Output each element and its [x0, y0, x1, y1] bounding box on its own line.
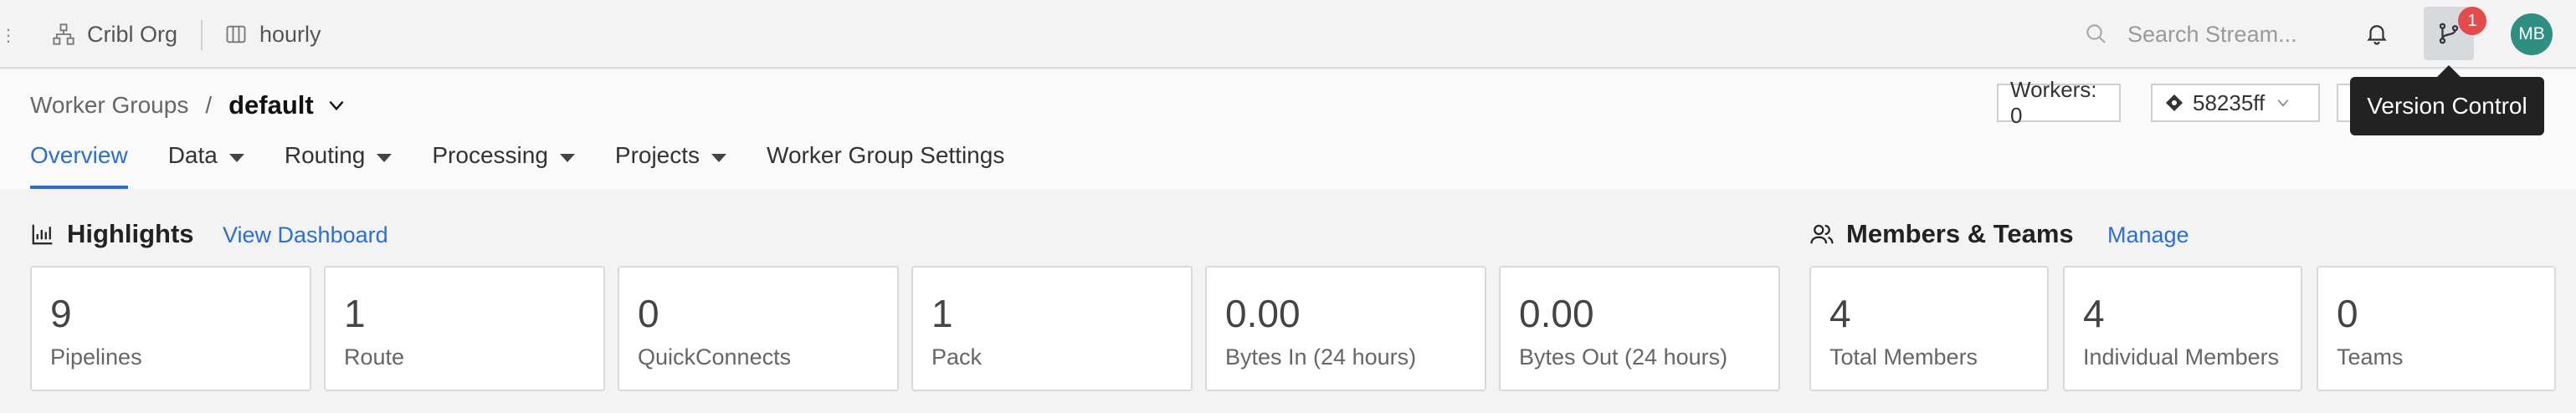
members-teams-heading: Members & Teams — [1809, 219, 2074, 249]
workers-count-button[interactable]: Workers: 0 — [1997, 77, 2121, 128]
caret-down-icon — [377, 154, 393, 162]
org-switcher[interactable]: Cribl Org — [52, 0, 177, 69]
total-members-card[interactable]: 4 Total Members — [1809, 266, 2049, 391]
members-title: Members & Teams — [1846, 219, 2074, 248]
card-label: Pipelines — [50, 344, 142, 370]
notification-badge: 1 — [2458, 7, 2486, 35]
highlights-heading: Highlights — [30, 219, 194, 249]
tab-label: Processing — [432, 142, 548, 168]
card-value: 4 — [1829, 292, 1851, 335]
tab-bar: Overview Data Routing Processing Project… — [30, 137, 1044, 189]
org-label: Cribl Org — [87, 21, 178, 47]
worker-group-selector[interactable]: default — [228, 90, 347, 120]
breadcrumb-parent[interactable]: Worker Groups — [30, 92, 188, 119]
tab-processing[interactable]: Processing — [432, 137, 575, 189]
tab-overview[interactable]: Overview — [30, 137, 128, 189]
card-value: 0 — [2337, 292, 2358, 335]
tab-label: Routing — [284, 142, 366, 168]
card-value: 9 — [50, 292, 72, 335]
tab-label: Worker Group Settings — [767, 142, 1005, 168]
commit-selector[interactable]: 58235ff — [2151, 84, 2320, 122]
breadcrumb: Worker Groups / default — [30, 90, 347, 120]
individual-members-card[interactable]: 4 Individual Members — [2063, 266, 2302, 391]
tab-label: Projects — [614, 142, 700, 168]
tab-data[interactable]: Data — [168, 137, 244, 189]
chart-icon — [32, 224, 53, 245]
search-input[interactable]: Search Stream... — [2084, 17, 2327, 52]
breadcrumb-separator: / — [205, 92, 213, 118]
card-label: Bytes Out (24 hours) — [1519, 344, 1728, 370]
card-label: Teams — [2337, 344, 2404, 370]
notifications-button[interactable] — [2360, 17, 2394, 50]
topbar-divider — [201, 20, 203, 50]
card-label: Pack — [931, 344, 983, 370]
bell-icon — [2367, 25, 2387, 45]
avatar[interactable]: MB — [2511, 13, 2553, 55]
teams-card[interactable]: 0 Teams — [2317, 266, 2556, 391]
chevron-down-icon — [2277, 99, 2289, 107]
tab-routing[interactable]: Routing — [285, 137, 393, 189]
version-control-tooltip: Version Control — [2350, 65, 2544, 135]
card-value: 1 — [344, 292, 366, 335]
pipelines-card[interactable]: 9 Pipelines — [30, 266, 311, 391]
card-label: Bytes In (24 hours) — [1225, 344, 1417, 370]
pack-card[interactable]: 1 Pack — [911, 266, 1193, 391]
card-label: Route — [344, 344, 405, 370]
caret-down-icon — [559, 154, 575, 162]
menu-edge-icon[interactable]: ⋮ — [0, 25, 17, 46]
card-value: 4 — [2083, 292, 2105, 335]
caret-down-icon — [228, 154, 244, 162]
bytes-in-card[interactable]: 0.00 Bytes In (24 hours) — [1205, 266, 1486, 391]
card-value: 0.00 — [1225, 292, 1301, 335]
workspace-icon — [226, 25, 246, 43]
manage-link[interactable]: Manage — [2107, 222, 2189, 248]
breadcrumb-current: default — [228, 90, 314, 120]
tab-label: Overview — [30, 142, 128, 168]
card-label: Individual Members — [2083, 344, 2280, 370]
git-branch-icon — [2439, 23, 2459, 44]
top-bar: ⋮ Cribl Org hourly Search Stream... 1 MB — [0, 0, 2576, 69]
workspace-switcher[interactable]: hourly — [224, 0, 321, 69]
card-label: Total Members — [1829, 344, 1978, 370]
card-value: 0.00 — [1519, 292, 1594, 335]
git-commit-icon — [2166, 94, 2183, 111]
card-value: 0 — [638, 292, 659, 335]
workspace-label: hourly — [259, 21, 321, 47]
bytes-out-card[interactable]: 0.00 Bytes Out (24 hours) — [1499, 266, 1780, 391]
org-icon — [53, 23, 74, 45]
commit-hash: 58235ff — [2193, 89, 2266, 115]
route-card[interactable]: 1 Route — [324, 266, 605, 391]
caret-down-icon — [711, 154, 727, 162]
users-icon — [1810, 224, 1834, 244]
search-placeholder: Search Stream... — [2127, 21, 2297, 47]
tab-worker-group-settings[interactable]: Worker Group Settings — [767, 137, 1004, 189]
card-value: 1 — [931, 292, 953, 335]
tab-label: Data — [167, 142, 218, 168]
highlights-title: Highlights — [67, 219, 194, 248]
chevron-down-icon — [329, 100, 344, 111]
quickconnects-card[interactable]: 0 QuickConnects — [618, 266, 899, 391]
tab-projects[interactable]: Projects — [614, 137, 727, 189]
search-icon — [2086, 24, 2106, 43]
card-label: QuickConnects — [638, 344, 792, 370]
view-dashboard-link[interactable]: View Dashboard — [223, 222, 388, 248]
workers-count: Workers: 0 — [2010, 77, 2097, 128]
